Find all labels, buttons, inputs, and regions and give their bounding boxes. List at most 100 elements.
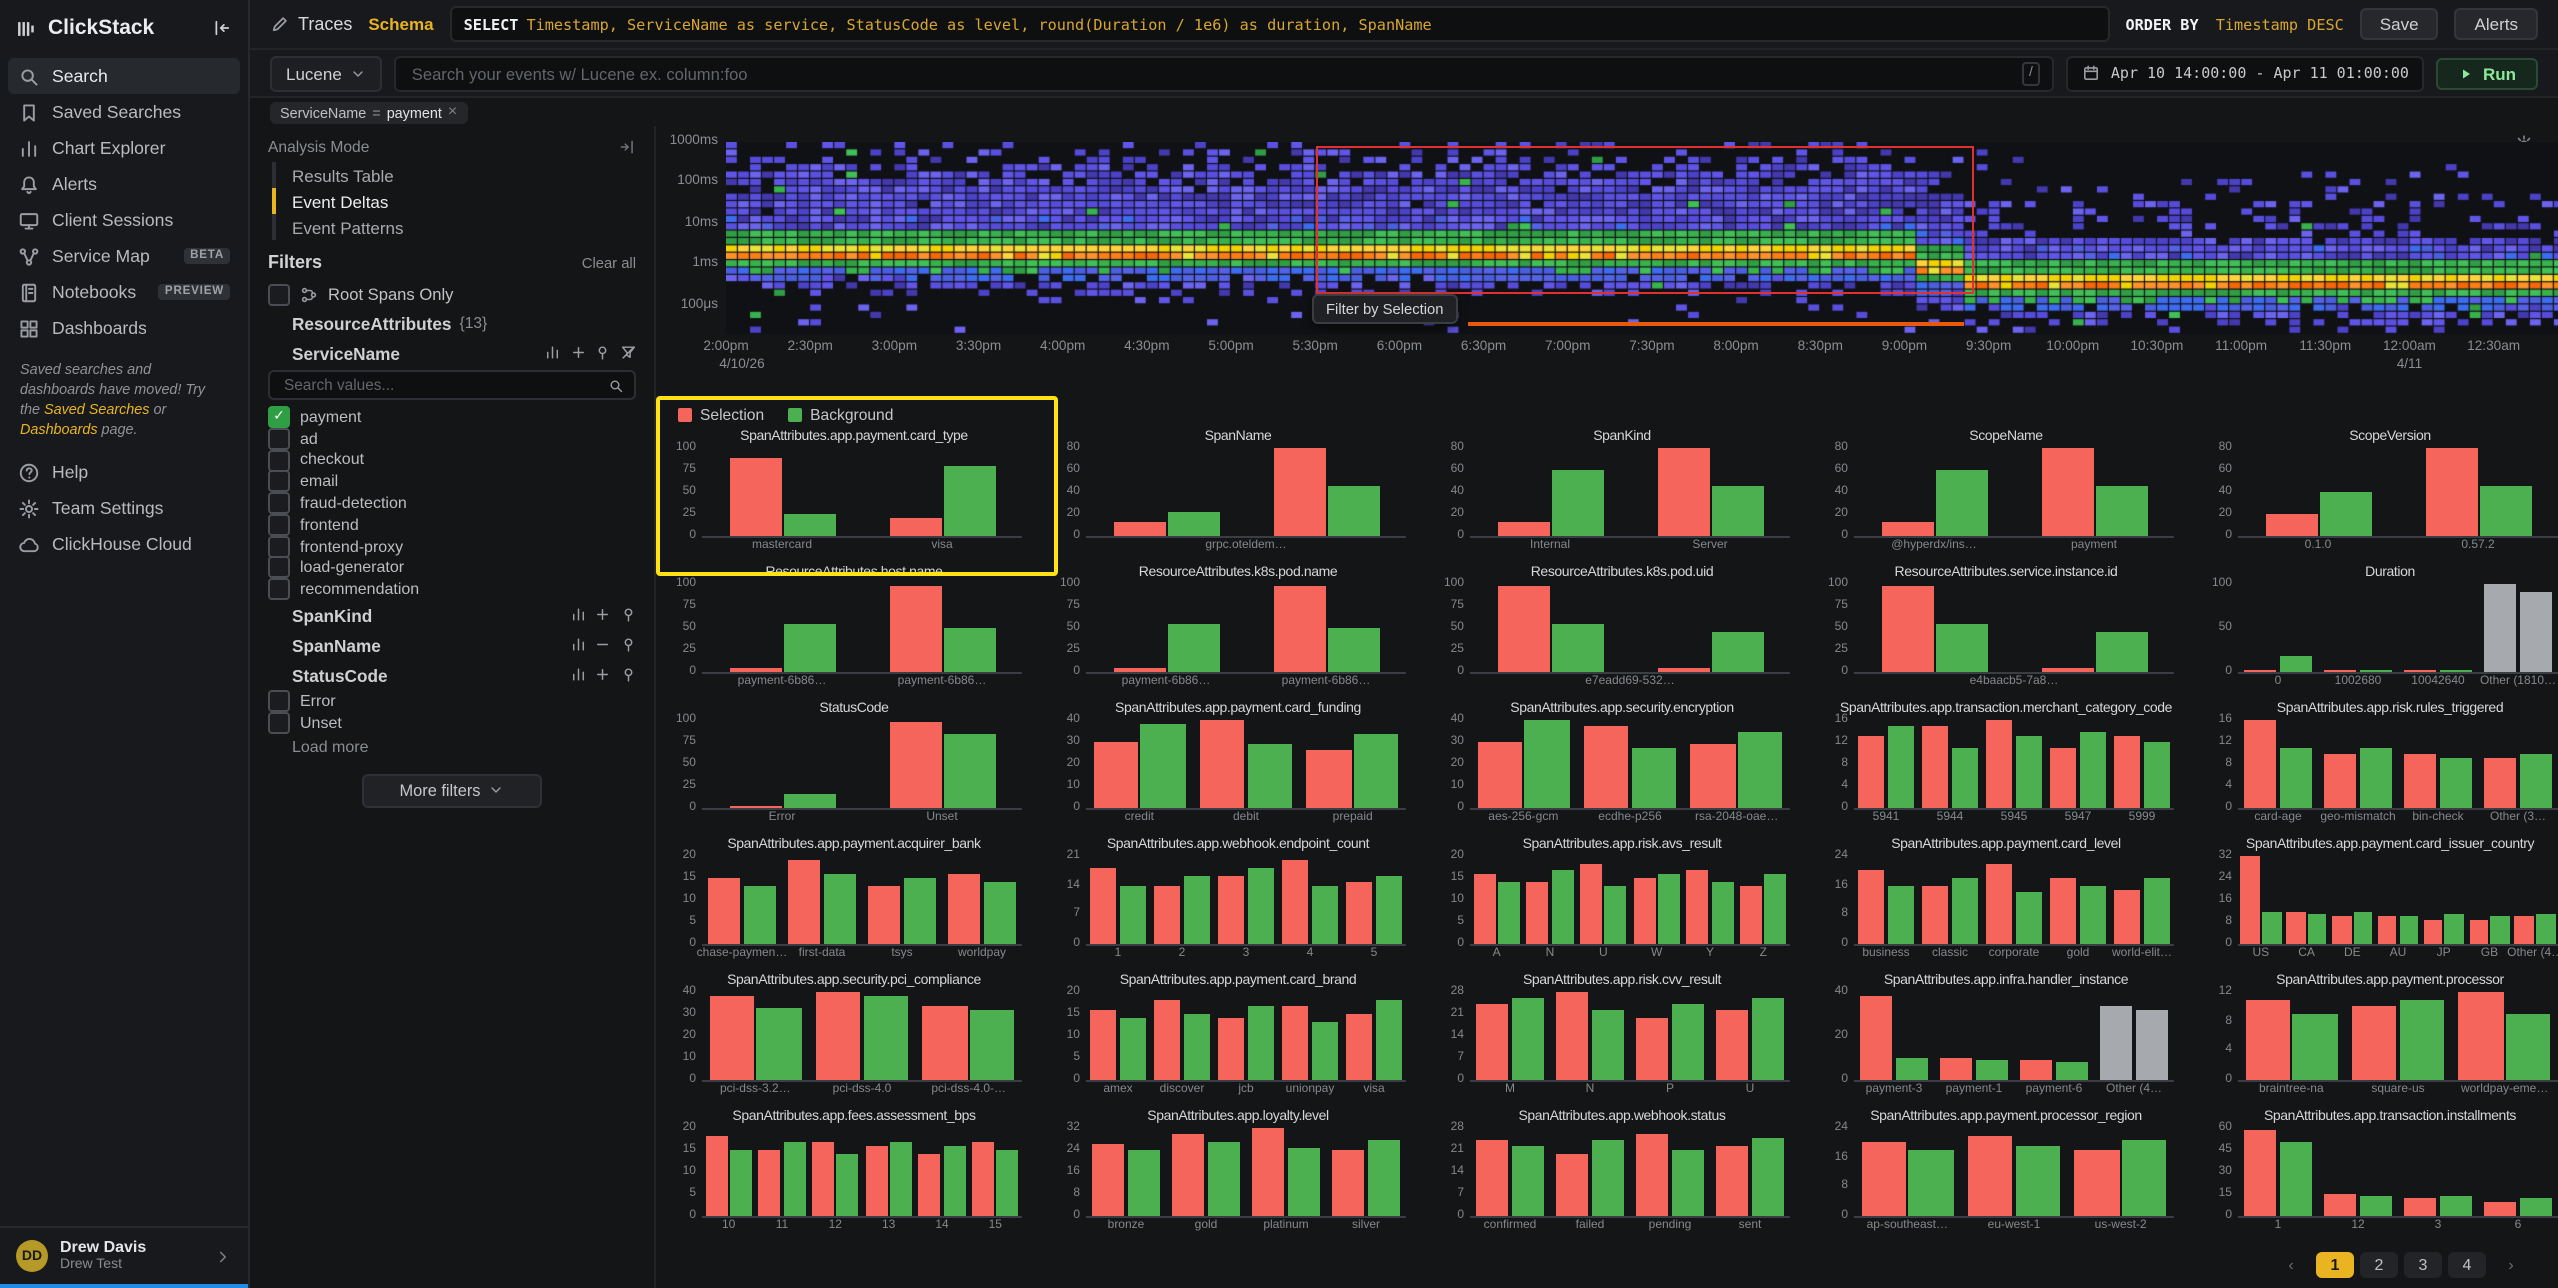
collapse-panel-icon[interactable] bbox=[618, 138, 636, 156]
pin-icon[interactable] bbox=[619, 607, 636, 624]
analysis-mode-event-deltas[interactable]: Event Deltas bbox=[272, 188, 636, 214]
sidebar-item-chart-explorer[interactable]: Chart Explorer bbox=[8, 130, 240, 166]
mini-chart-spanattributes-app-risk-cvv-result[interactable]: SpanAttributes.app.risk.cvv_result282114… bbox=[1430, 970, 1814, 1106]
chart-icon[interactable] bbox=[569, 607, 586, 624]
mini-chart-resourceattributes-host-name[interactable]: ResourceAttributes.host.name1007550250pa… bbox=[662, 562, 1046, 698]
mini-chart-resourceattributes-k8s-pod-uid[interactable]: ResourceAttributes.k8s.pod.uid1007550250… bbox=[1430, 562, 1814, 698]
mini-chart-spanattributes-app-webhook-status[interactable]: SpanAttributes.app.webhook.status2821147… bbox=[1430, 1106, 1814, 1242]
sidebar-item-client-sessions[interactable]: Client Sessions bbox=[8, 202, 240, 238]
minus-icon[interactable] bbox=[594, 637, 611, 654]
checkbox[interactable] bbox=[268, 449, 290, 471]
chart-icon[interactable] bbox=[544, 345, 561, 362]
mini-chart-spanattributes-app-payment-card-issuer-country[interactable]: SpanAttributes.app.payment.card_issuer_c… bbox=[2198, 834, 2558, 970]
mini-chart-spanattributes-app-payment-card-type[interactable]: SpanAttributes.app.payment.card_type1007… bbox=[662, 426, 1046, 562]
mini-chart-spanattributes-app-webhook-endpoint-count[interactable]: SpanAttributes.app.webhook.endpoint_coun… bbox=[1046, 834, 1430, 970]
filter-option-checkout[interactable]: checkout bbox=[268, 449, 636, 471]
page-4[interactable]: 4 bbox=[2448, 1252, 2486, 1278]
sidebar-item-help[interactable]: Help bbox=[8, 455, 240, 491]
filter-option-fraud-detection[interactable]: fraud-detection bbox=[268, 492, 636, 514]
page-prev[interactable]: ‹ bbox=[2272, 1252, 2310, 1278]
sidebar-item-team-settings[interactable]: Team Settings bbox=[8, 491, 240, 527]
order-by-clause[interactable]: ORDER BY Timestamp DESC bbox=[2125, 15, 2343, 33]
schema-button[interactable]: Schema bbox=[368, 14, 433, 34]
filter-group-spankind[interactable]: SpanKind bbox=[268, 600, 636, 630]
mini-chart-spanattributes-app-risk-rules-triggered[interactable]: SpanAttributes.app.risk.rules_triggered1… bbox=[2198, 698, 2558, 834]
sidebar-item-search[interactable]: Search bbox=[8, 58, 240, 94]
mini-chart-spankind[interactable]: SpanKind806040200InternalServer bbox=[1430, 426, 1814, 562]
checkbox[interactable] bbox=[268, 427, 290, 449]
mini-chart-spanattributes-app-payment-processor[interactable]: SpanAttributes.app.payment.processor1284… bbox=[2198, 970, 2558, 1106]
filter-option-ad[interactable]: ad bbox=[268, 428, 636, 450]
sql-editor[interactable]: SELECT Timestamp, ServiceName as service… bbox=[450, 6, 2110, 42]
filter-option-payment[interactable]: ✓payment bbox=[268, 406, 636, 428]
mini-chart-spanattributes-app-payment-processor-region[interactable]: SpanAttributes.app.payment.processor_reg… bbox=[1814, 1106, 2198, 1242]
mini-chart-duration[interactable]: Duration1005000100268010042640Other (181… bbox=[2198, 562, 2558, 698]
plus-icon[interactable] bbox=[569, 345, 586, 362]
pin-icon[interactable] bbox=[619, 667, 636, 684]
chart-icon[interactable] bbox=[569, 667, 586, 684]
checkbox[interactable] bbox=[268, 712, 290, 734]
mini-chart-spanattributes-app-infra-handler-instance[interactable]: SpanAttributes.app.infra.handler_instanc… bbox=[1814, 970, 2198, 1106]
filter-group-resourceattributes[interactable]: ResourceAttributes{13} bbox=[268, 308, 636, 338]
filter-group-servicename[interactable]: ServiceName bbox=[268, 338, 636, 368]
mini-chart-spanattributes-app-payment-card-funding[interactable]: SpanAttributes.app.payment.card_funding4… bbox=[1046, 698, 1430, 834]
pin-icon[interactable] bbox=[619, 637, 636, 654]
checkbox[interactable] bbox=[268, 514, 290, 536]
load-more[interactable]: Load more bbox=[268, 734, 636, 760]
mini-chart-scopeversion[interactable]: ScopeVersion8060402000.1.00.57.2 bbox=[2198, 426, 2558, 562]
checkbox[interactable] bbox=[268, 492, 290, 514]
checkbox-checked[interactable]: ✓ bbox=[268, 406, 290, 428]
collapse-sidebar-icon[interactable] bbox=[212, 18, 232, 38]
mini-chart-spanattributes-app-security-encryption[interactable]: SpanAttributes.app.security.encryption40… bbox=[1430, 698, 1814, 834]
filter-option-email[interactable]: email bbox=[268, 471, 636, 493]
filter-option-frontend[interactable]: frontend bbox=[268, 514, 636, 536]
checkbox[interactable] bbox=[268, 535, 290, 557]
user-menu[interactable]: DD Drew Davis Drew Test bbox=[0, 1226, 248, 1288]
mini-chart-spanattributes-app-risk-avs-result[interactable]: SpanAttributes.app.risk.avs_result201510… bbox=[1430, 834, 1814, 970]
root-spans-only-filter[interactable]: Root Spans Only bbox=[268, 280, 636, 308]
analysis-mode-event-patterns[interactable]: Event Patterns bbox=[272, 214, 636, 240]
page-1[interactable]: 1 bbox=[2316, 1252, 2354, 1278]
mini-chart-spanattributes-app-payment-acquirer-bank[interactable]: SpanAttributes.app.payment.acquirer_bank… bbox=[662, 834, 1046, 970]
search-values-input[interactable] bbox=[280, 374, 602, 396]
mini-chart-resourceattributes-service-instance-id[interactable]: ResourceAttributes.service.instance.id10… bbox=[1814, 562, 2198, 698]
source-selector[interactable]: Traces bbox=[270, 14, 352, 34]
query-language-selector[interactable]: Lucene bbox=[270, 55, 382, 91]
filter-option-load-generator[interactable]: load-generator bbox=[268, 557, 636, 579]
checkbox[interactable] bbox=[268, 690, 290, 712]
mini-chart-resourceattributes-k8s-pod-name[interactable]: ResourceAttributes.k8s.pod.name100755025… bbox=[1046, 562, 1430, 698]
mini-chart-scopename[interactable]: ScopeName806040200@hyperdx/ins…payment bbox=[1814, 426, 2198, 562]
plus-icon[interactable] bbox=[594, 607, 611, 624]
filter-option-error[interactable]: Error bbox=[268, 690, 636, 712]
save-button[interactable]: Save bbox=[2360, 8, 2439, 40]
sidebar-item-alerts[interactable]: Alerts bbox=[8, 166, 240, 202]
sidebar-item-service-map[interactable]: Service MapBETA bbox=[8, 238, 240, 274]
filter-option-frontend-proxy[interactable]: frontend-proxy bbox=[268, 536, 636, 558]
search-input[interactable] bbox=[408, 61, 2013, 85]
filter-option-unset[interactable]: Unset bbox=[268, 712, 636, 734]
page-2[interactable]: 2 bbox=[2360, 1252, 2398, 1278]
heatmap-selection-box[interactable] bbox=[1316, 146, 1974, 294]
mini-chart-spanattributes-app-fees-assessment-bps[interactable]: SpanAttributes.app.fees.assessment_bps20… bbox=[662, 1106, 1046, 1242]
sidebar-item-saved-searches[interactable]: Saved Searches bbox=[8, 94, 240, 130]
filter-chip-servicename[interactable]: ServiceName = payment × bbox=[270, 101, 467, 123]
filter-group-statuscode[interactable]: StatusCode bbox=[268, 660, 636, 690]
more-filters-button[interactable]: More filters bbox=[362, 774, 542, 808]
checkbox[interactable] bbox=[268, 283, 290, 305]
mini-chart-spanattributes-app-security-pci-compliance[interactable]: SpanAttributes.app.security.pci_complian… bbox=[662, 970, 1046, 1106]
heatmap-brush-range[interactable] bbox=[1468, 322, 1964, 326]
mini-chart-statuscode[interactable]: StatusCode1007550250ErrorUnset bbox=[662, 698, 1046, 834]
mini-chart-spanattributes-app-transaction-installments[interactable]: SpanAttributes.app.transaction.installme… bbox=[2198, 1106, 2558, 1242]
analysis-mode-results-table[interactable]: Results Table bbox=[272, 162, 636, 188]
mini-chart-spanattributes-app-payment-card-level[interactable]: SpanAttributes.app.payment.card_level241… bbox=[1814, 834, 2198, 970]
sidebar-item-dashboards[interactable]: Dashboards bbox=[8, 310, 240, 346]
saved-searches-link[interactable]: Saved Searches bbox=[44, 400, 150, 418]
remove-filter-icon[interactable]: × bbox=[448, 104, 457, 120]
page-next[interactable]: › bbox=[2492, 1252, 2530, 1278]
mini-chart-spanattributes-app-payment-card-brand[interactable]: SpanAttributes.app.payment.card_brand201… bbox=[1046, 970, 1430, 1106]
sidebar-item-clickhouse-cloud[interactable]: ClickHouse Cloud bbox=[8, 527, 240, 563]
dashboards-link[interactable]: Dashboards bbox=[20, 420, 98, 438]
run-button[interactable]: Run bbox=[2437, 57, 2538, 89]
checkbox[interactable] bbox=[268, 579, 290, 601]
clear-all-link[interactable]: Clear all bbox=[582, 254, 636, 272]
